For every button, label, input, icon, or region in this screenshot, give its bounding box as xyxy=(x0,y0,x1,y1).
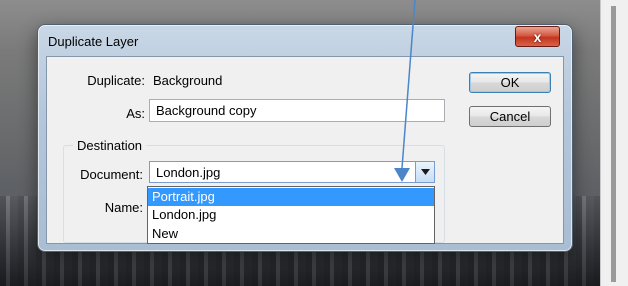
document-dropdown-list: Portrait.jpg London.jpg New xyxy=(147,186,435,244)
dropdown-option-london[interactable]: London.jpg xyxy=(148,206,434,224)
document-select[interactable]: London.jpg xyxy=(149,161,435,183)
document-select-value: London.jpg xyxy=(156,165,221,180)
name-label: Name: xyxy=(104,200,143,215)
dropdown-option-portrait[interactable]: Portrait.jpg xyxy=(148,188,434,206)
duplicate-label: Duplicate: xyxy=(87,73,145,88)
right-panel xyxy=(600,0,628,286)
close-icon: x xyxy=(533,28,542,45)
duplicate-value: Background xyxy=(153,73,223,88)
cancel-button[interactable]: Cancel xyxy=(469,106,551,127)
dropdown-button[interactable] xyxy=(415,162,434,182)
ok-button-label: OK xyxy=(500,75,520,90)
dialog-title: Duplicate Layer xyxy=(48,34,139,49)
as-input[interactable] xyxy=(149,99,445,122)
dropdown-option-new[interactable]: New xyxy=(148,225,434,243)
panel-scrollbar[interactable] xyxy=(611,6,616,282)
cancel-button-label: Cancel xyxy=(489,109,531,124)
chevron-down-icon xyxy=(420,169,430,175)
close-button[interactable]: x xyxy=(515,26,560,47)
title-bar: Duplicate Layer x xyxy=(38,25,572,55)
destination-title: Destination xyxy=(73,138,147,153)
ok-button[interactable]: OK xyxy=(469,72,551,93)
as-label: As: xyxy=(126,106,145,121)
document-label: Document: xyxy=(80,167,143,182)
